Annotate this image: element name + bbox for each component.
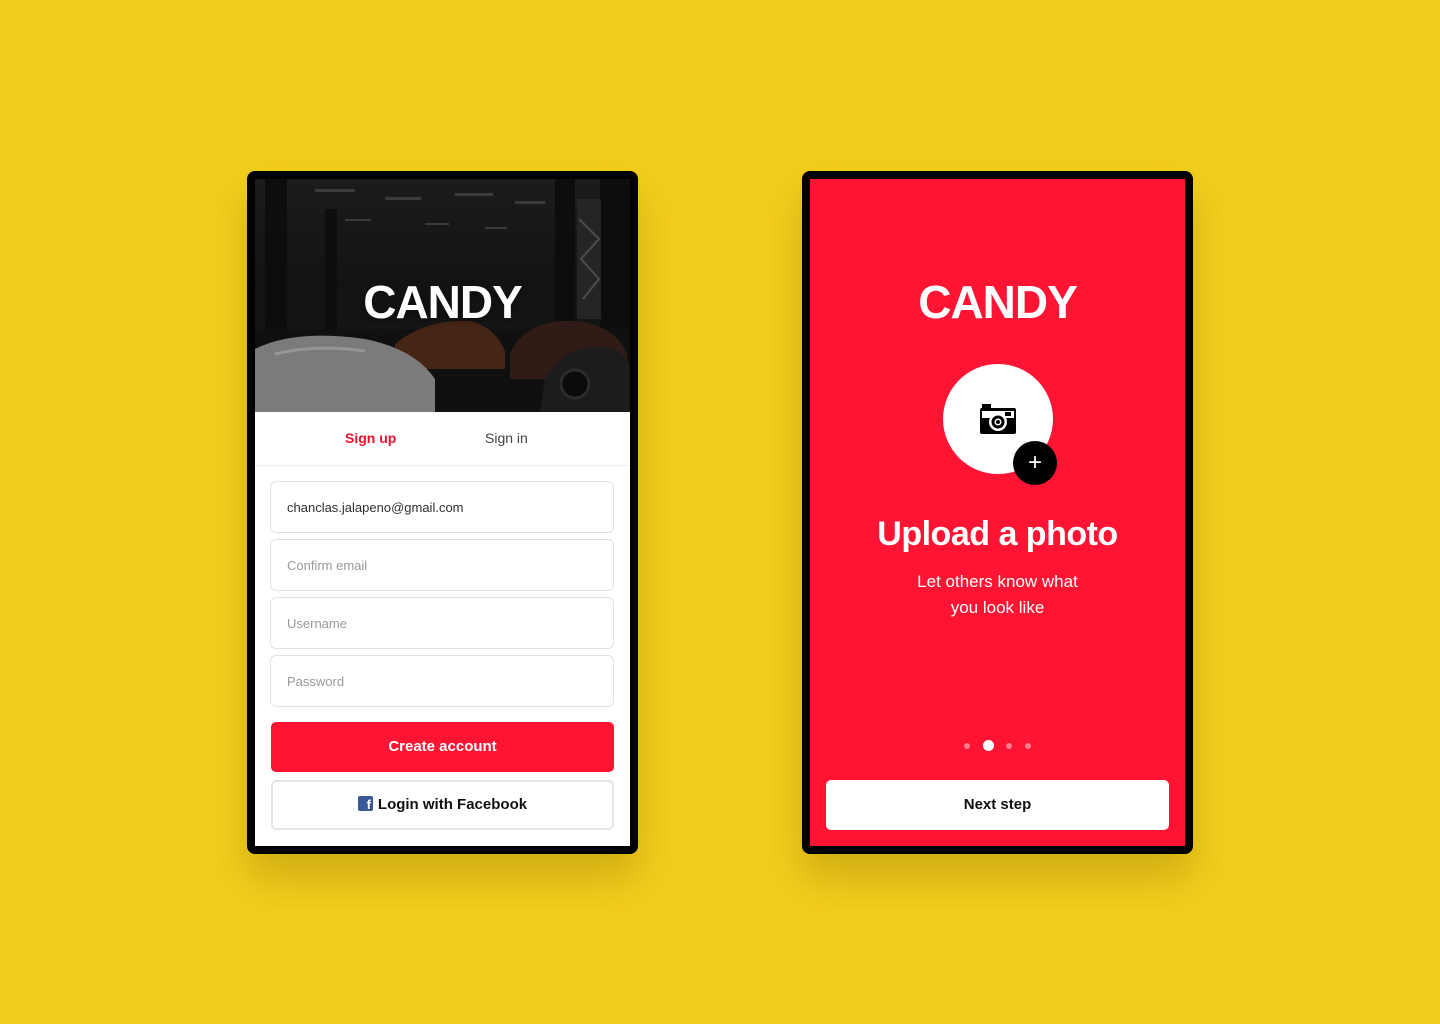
onboarding-subtitle-line-2: you look like <box>950 598 1045 617</box>
pagination-dot-1[interactable] <box>964 742 971 749</box>
onboarding-screen: CANDY + Upload a photo Let others know w… <box>810 179 1185 846</box>
pagination-dot-3[interactable] <box>1006 742 1013 749</box>
auth-tabs: Sign up Sign in <box>255 412 630 466</box>
create-account-button[interactable]: Create account <box>271 722 614 772</box>
onboarding-subtitle: Let others know what you look like <box>810 569 1185 621</box>
next-step-label: Next step <box>963 796 1032 813</box>
signup-screen: CANDY Sign up Sign in Create account f Lo… <box>255 179 630 846</box>
pagination-dot-2[interactable] <box>982 740 994 752</box>
onboarding-headline: Upload a photo <box>877 515 1118 553</box>
hero-image: CANDY <box>255 179 630 412</box>
add-photo-button[interactable]: + <box>1013 441 1057 485</box>
onboarding-device-frame: CANDY + Upload a photo Let others know w… <box>802 171 1193 854</box>
facebook-icon: f <box>357 796 373 811</box>
confirm-email-field[interactable] <box>270 539 614 591</box>
next-step-button[interactable]: Next step <box>826 780 1169 830</box>
camera-icon <box>980 404 1016 434</box>
app-logo: CANDY <box>918 276 1078 328</box>
create-account-label: Create account <box>388 738 497 755</box>
plus-icon: + <box>1027 449 1042 476</box>
tab-sign-in[interactable]: Sign in <box>485 412 528 465</box>
email-field[interactable] <box>270 481 614 533</box>
username-field[interactable] <box>270 597 614 649</box>
facebook-login-button[interactable]: f Login with Facebook <box>271 780 614 830</box>
tab-sign-up[interactable]: Sign up <box>345 412 396 465</box>
onboarding-subtitle-line-1: Let others know what <box>917 572 1078 591</box>
password-field[interactable] <box>270 655 614 707</box>
signup-device-frame: CANDY Sign up Sign in Create account f Lo… <box>247 171 638 854</box>
pagination-dot-4[interactable] <box>1024 742 1031 749</box>
app-logo: CANDY <box>363 276 523 328</box>
facebook-login-label: Login with Facebook <box>377 796 528 813</box>
pagination-dots <box>810 737 1185 752</box>
